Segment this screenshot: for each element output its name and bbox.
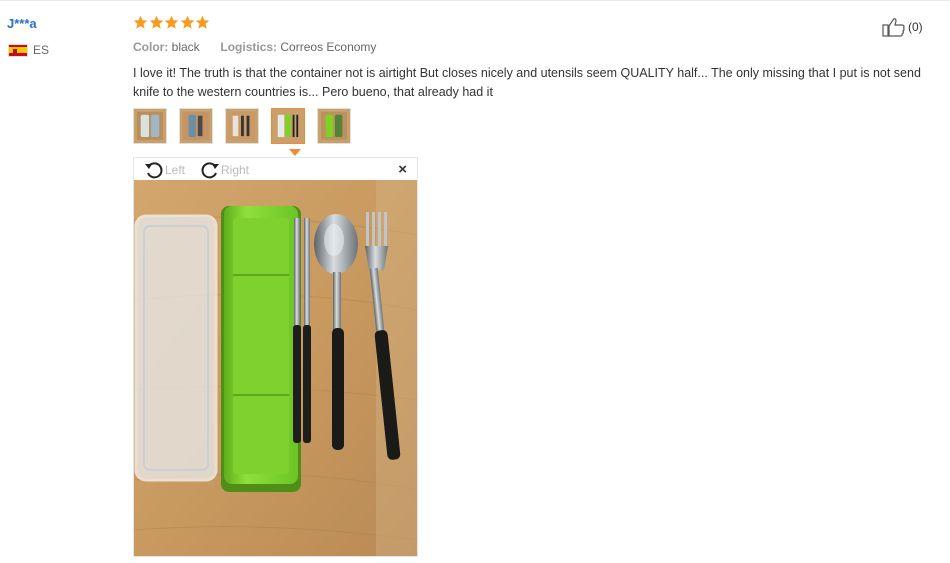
- color-label: Color:: [133, 40, 169, 54]
- close-icon[interactable]: ×: [398, 161, 407, 178]
- rotate-left-label: Left: [165, 163, 186, 177]
- logistics-label: Logistics:: [220, 40, 278, 54]
- order-info: Color: black Logistics: Correos Economy: [133, 40, 376, 54]
- photo-viewer: Left Right ×: [133, 157, 418, 557]
- rating-stars: [133, 15, 211, 30]
- rotate-left-button[interactable]: Left: [144, 161, 185, 179]
- cutlery-set-photo: [134, 180, 417, 556]
- country-code: ES: [33, 43, 50, 57]
- logistics-value: Correos Economy: [280, 40, 377, 54]
- rotate-right-button[interactable]: Right: [200, 161, 249, 179]
- review-photo: [134, 180, 417, 556]
- star-icon: [133, 15, 148, 29]
- thumbs-up-icon: [882, 18, 905, 37]
- rotate-right-icon: [201, 162, 219, 179]
- star-icon: [180, 15, 194, 29]
- photo-thumbnail[interactable]: [225, 108, 259, 144]
- color-value: black: [171, 40, 200, 54]
- star-icon: [195, 15, 210, 29]
- reviewer-country: ES: [8, 43, 49, 57]
- photo-thumbnails: [133, 108, 363, 144]
- star-icon: [164, 15, 179, 29]
- rotate-right-label: Right: [221, 163, 250, 177]
- rotate-left-icon: [145, 162, 163, 179]
- star-icon: [149, 15, 163, 29]
- like-count: (0): [908, 20, 923, 34]
- reviewer-name[interactable]: J***a: [7, 16, 37, 31]
- photo-thumbnail[interactable]: [179, 108, 213, 144]
- top-divider: [0, 0, 950, 1]
- photo-thumbnail[interactable]: [133, 108, 167, 144]
- active-thumbnail-pointer: [289, 149, 301, 156]
- helpful-button[interactable]: (0): [882, 17, 923, 37]
- spain-flag-icon: [8, 43, 28, 57]
- photo-thumbnail[interactable]: [317, 108, 351, 144]
- viewer-toolbar: Left Right ×: [134, 158, 417, 180]
- review-text: I love it! The truth is that the contain…: [133, 66, 921, 99]
- photo-thumbnail-active[interactable]: [271, 108, 305, 144]
